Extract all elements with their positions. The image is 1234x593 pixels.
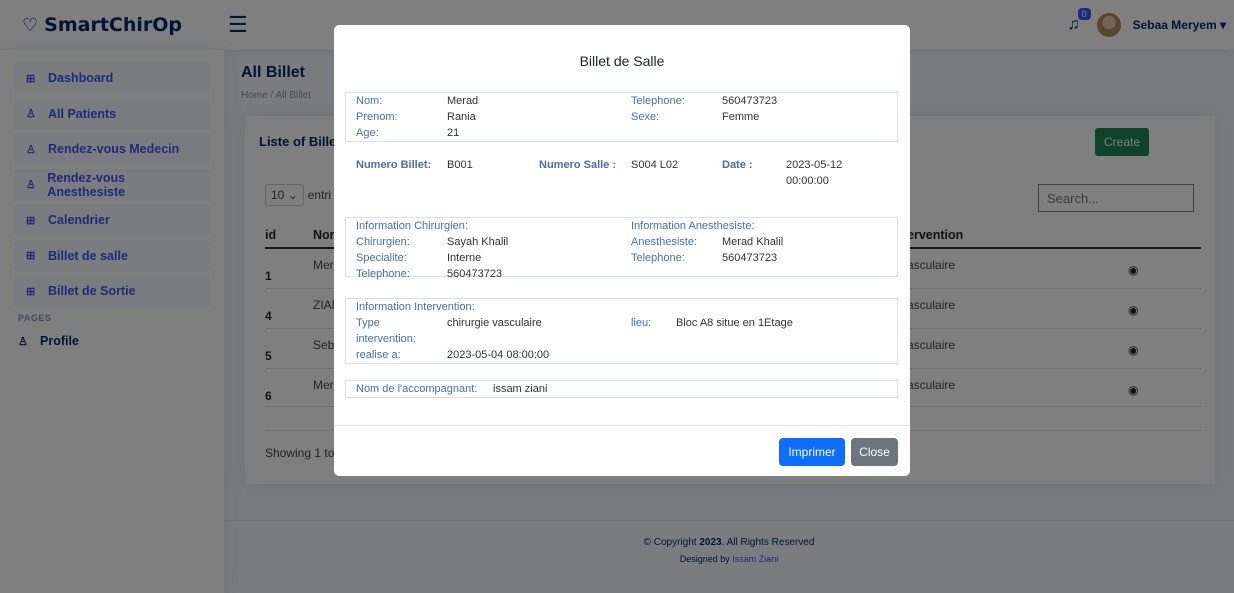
type-label: Type — [356, 317, 380, 329]
age-label: Age: — [356, 127, 379, 139]
date-label: Date : — [722, 159, 753, 171]
specialite-value: Interne — [447, 252, 482, 264]
realise-value: 2023-05-04 08:00:00 — [447, 349, 550, 361]
chirurgien-label: Chirurgien: — [356, 236, 410, 248]
anesthesiste-telephone-value: 560473723 — [722, 252, 778, 264]
staff-info-box: Information Chirurgien: Chirurgien: Saya… — [345, 217, 898, 280]
patient-info-box: Nom: Merad Prenom: Rania Age: 21 Telepho… — [345, 92, 898, 142]
lieu-value: Bloc A8 situe en 1Etage — [676, 317, 793, 329]
prenom-value: Rania — [447, 111, 476, 123]
numero-salle-label: Numero Salle : — [539, 159, 617, 171]
numero-billet-label: Numero Billet: — [356, 159, 432, 171]
print-button[interactable]: Imprimer — [779, 438, 845, 466]
time-value: 00:00:00 — [786, 175, 829, 187]
lieu-label: lieu: — [631, 317, 652, 329]
type-label-cont: intervention: — [356, 333, 416, 345]
sexe-value: Femme — [722, 111, 760, 123]
chirurgien-heading: Information Chirurgien: — [356, 220, 468, 232]
chirurgien-value: Sayah Khalil — [447, 236, 509, 248]
chirurgien-telephone-value: 560473723 — [447, 268, 503, 280]
anesthesiste-label: Anesthesiste: — [631, 236, 698, 248]
accompagnant-label: Nom de l'accompagnant: — [356, 383, 478, 395]
prenom-label: Prenom: — [356, 111, 398, 123]
telephone-value: 560473723 — [722, 95, 778, 107]
modal-footer-divider — [334, 425, 910, 426]
modal-title: Billet de Salle — [579, 53, 665, 69]
date-value: 2023-05-12 — [786, 159, 843, 171]
specialite-label: Specialite: — [356, 252, 407, 264]
numero-salle-value: S004 L02 — [631, 159, 679, 171]
intervention-info-box: Information Intervention: Type intervent… — [345, 298, 898, 364]
nom-value: Merad — [447, 95, 479, 107]
age-value: 21 — [447, 127, 460, 139]
numero-billet-value: B001 — [447, 159, 473, 171]
accompagnant-value: issam ziani — [493, 383, 548, 395]
anesthesiste-heading: Information Anesthesiste: — [631, 220, 755, 232]
chirurgien-telephone-label: Telephone: — [356, 268, 410, 280]
anesthesiste-value: Merad Khalil — [722, 236, 784, 248]
accompagnant-box: Nom de l'accompagnant: issam ziani — [345, 380, 898, 398]
telephone-label: Telephone: — [631, 95, 685, 107]
type-value: chirurgie vasculaire — [447, 317, 542, 329]
sexe-label: Sexe: — [631, 111, 660, 123]
intervention-heading: Information Intervention: — [356, 301, 475, 313]
anesthesiste-telephone-label: Telephone: — [631, 252, 685, 264]
nom-label: Nom: — [356, 95, 383, 107]
billet-modal: Billet de Salle Nom: Merad Prenom: Rania… — [334, 25, 910, 476]
realise-label: realise a: — [356, 349, 401, 361]
close-button[interactable]: Close — [851, 438, 898, 466]
